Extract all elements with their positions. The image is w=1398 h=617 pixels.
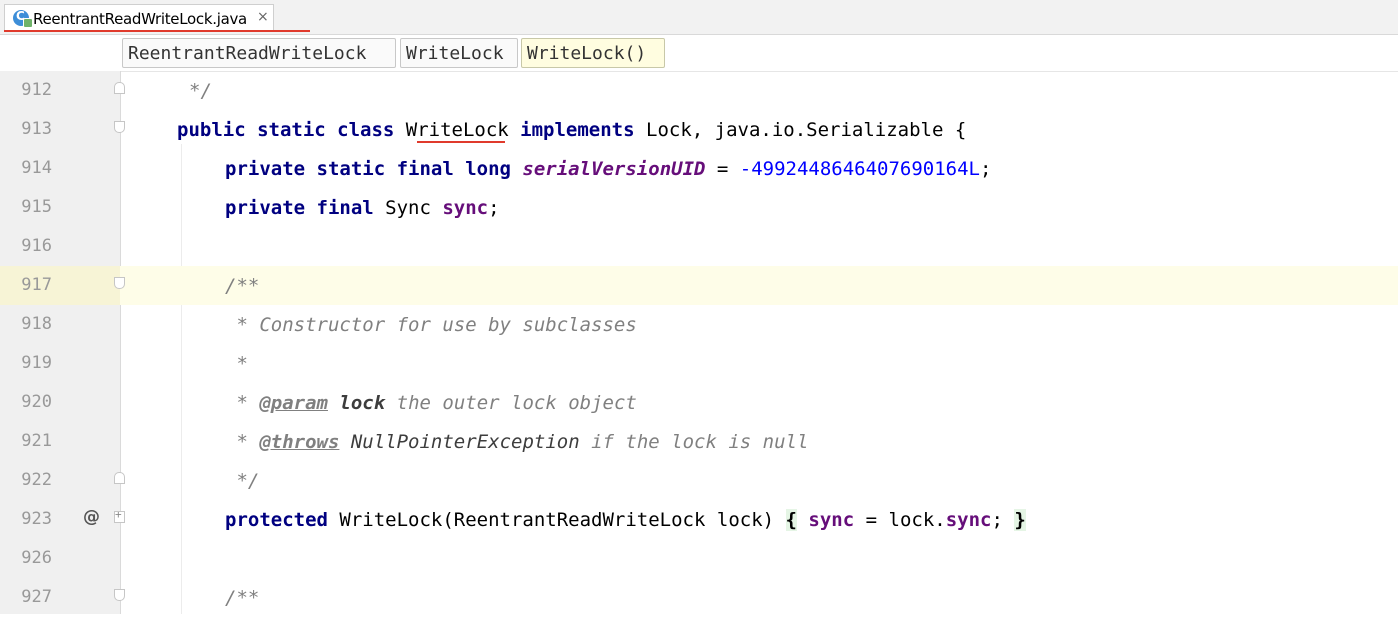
code-line[interactable]: 912 */ [0,71,1398,110]
tab-annotation-underline [4,30,310,32]
tab-reentrant-read-write-lock[interactable]: ReentrantReadWriteLock.java × [4,4,274,32]
code-token: the outer lock object [385,392,637,414]
code-text: * @throws NullPointerException if the lo… [225,431,808,453]
code-token: { [785,509,797,531]
code-token: WriteLock [405,119,521,141]
code-token: /** [225,587,260,609]
code-token: WriteLock(ReentrantReadWriteLock lock) [339,509,786,531]
code-line[interactable]: 917 /** [0,266,1398,305]
fold-collapse-icon[interactable] [114,472,125,484]
code-token: /** [225,275,260,297]
code-token: Sync [385,197,443,219]
fold-collapse-icon[interactable] [114,277,125,289]
line-number: 919 [21,353,52,373]
code-text: /** [225,275,259,297]
code-token: private static final long [225,158,523,180]
code-text: * [225,353,248,375]
code-text: */ [225,470,259,492]
code-line[interactable]: 913 public static class WriteLock impleme… [0,110,1398,149]
code-text: */ [189,80,212,102]
code-token: ; [488,197,500,219]
code-token: @param [259,392,328,414]
breadcrumb-item-class[interactable]: ReentrantReadWriteLock [122,38,396,68]
code-token: } [1014,509,1026,531]
java-class-icon [13,9,33,28]
code-token: * [225,392,260,414]
code-line[interactable]: 920 * @param lock the outer lock object [0,383,1398,422]
code-line[interactable]: 914 private static final long serialVersi… [0,149,1398,188]
code-token: lock [339,392,386,414]
code-token: serialVersionUID [522,158,706,180]
line-number: 921 [21,431,52,451]
code-token: sync [808,509,855,531]
fold-collapse-icon[interactable] [114,121,125,133]
editor-tab-bar: ReentrantReadWriteLock.java × [0,0,1398,35]
line-number: 915 [21,197,52,217]
implements-marker-icon[interactable]: @ [83,507,100,527]
code-token: -4992448646407690164L [739,158,980,180]
code-token: * Constructor for use by subclasses [225,314,637,336]
code-line[interactable]: 923 @ protected WriteLock(ReentrantReadWri… [0,500,1398,539]
code-line[interactable]: 919 * [0,344,1398,383]
code-text: /** [225,587,259,609]
code-line[interactable]: 915 private final Sync sync; [0,188,1398,227]
code-token: */ [189,80,212,102]
code-text: protected WriteLock(ReentrantReadWriteLo… [225,509,1026,531]
code-token: ; [980,158,992,180]
fold-collapse-icon[interactable] [114,82,125,94]
line-number: 914 [21,158,52,178]
line-number: 918 [21,314,52,334]
breadcrumb: ReentrantReadWriteLock WriteLock WriteLo… [0,35,1398,72]
line-number: 912 [21,80,52,100]
line-number: 926 [21,548,52,568]
code-line[interactable]: 926 [0,539,1398,578]
code-token: * [225,353,248,375]
code-text: public static class WriteLock implements… [177,119,966,141]
code-token: private final [225,197,386,219]
line-number: 920 [21,392,52,412]
line-number: 917 [21,275,52,295]
code-token: sync [442,197,489,219]
code-line[interactable]: 922 */ [0,461,1398,500]
code-token: */ [225,470,260,492]
code-line[interactable]: 916 [0,227,1398,266]
line-number: 916 [21,236,52,256]
fold-expand-icon[interactable] [114,508,125,523]
code-token: implements [520,119,647,141]
fold-collapse-icon[interactable] [114,589,125,601]
code-token: = lock. [854,509,946,531]
code-token: if the lock is null [579,431,809,453]
code-text: private final Sync sync; [225,197,500,219]
code-token: * [225,431,260,453]
line-number: 927 [21,587,52,607]
code-line[interactable]: 927 /** [0,578,1398,617]
breadcrumb-item-inner-class[interactable]: WriteLock [400,38,518,68]
tab-label: ReentrantReadWriteLock.java [33,10,247,28]
code-token: NullPointerException [350,431,580,453]
class-name-annotation-underline [417,141,505,143]
code-token: ; [991,509,1015,531]
line-number: 913 [21,119,52,139]
line-number: 922 [21,470,52,490]
code-token: Lock, java.io.Serializable { [646,119,967,141]
code-token: @throws [259,431,340,453]
code-token: protected [225,509,340,531]
code-token: sync [945,509,992,531]
code-text: private static final long serialVersionU… [225,158,991,180]
code-line[interactable]: 921 * @throws NullPointerException if th… [0,422,1398,461]
close-icon[interactable]: × [257,9,269,25]
code-text: * @param lock the outer lock object [225,392,637,414]
code-token: public static class [177,119,406,141]
code-text: * Constructor for use by subclasses [225,314,637,336]
code-line[interactable]: 918 * Constructor for use by subclasses [0,305,1398,344]
breadcrumb-item-constructor[interactable]: WriteLock() [521,38,665,68]
line-number: 923 [21,509,52,529]
code-token: = [705,158,740,180]
